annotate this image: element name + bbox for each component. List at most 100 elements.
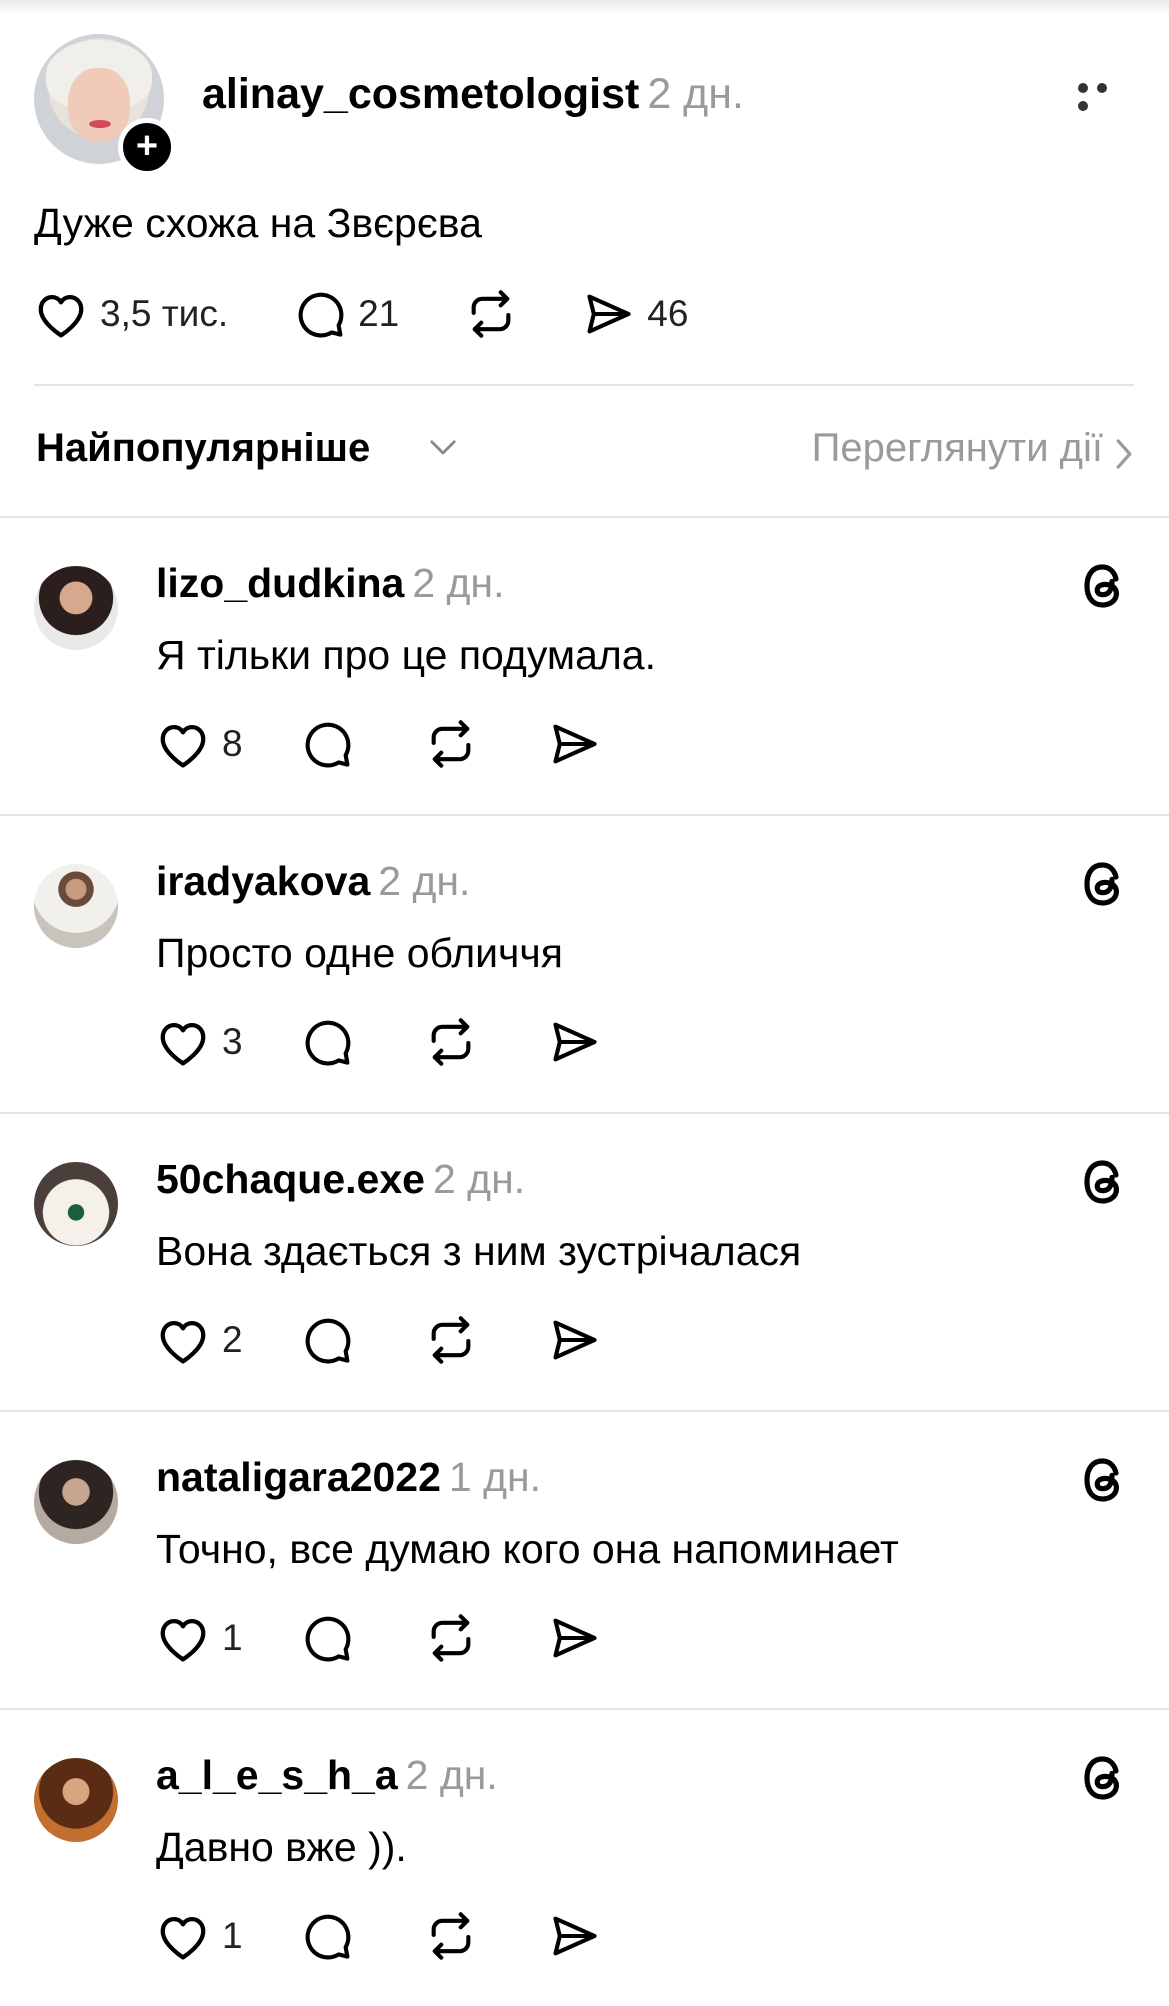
threads-logo-button[interactable] — [1078, 858, 1130, 910]
post-author-name[interactable]: alinay_cosmetologist — [202, 70, 639, 118]
comment-text: Просто одне обличчя — [156, 930, 563, 976]
paper-plane-icon — [553, 724, 597, 764]
comment-repost-button[interactable] — [425, 1314, 477, 1366]
comment-row[interactable]: lizo_dudkina 2 дн. Я тільки про це подума… — [0, 516, 1169, 814]
chevron-right-icon[interactable] — [1114, 438, 1134, 470]
threads-logo-button[interactable] — [1078, 1454, 1130, 1506]
comment-like-button[interactable]: 1 — [156, 1613, 243, 1663]
comment-username[interactable]: a_l_e_s_h_a — [156, 1752, 398, 1798]
comment-author[interactable]: nataligara2022 1 дн. — [156, 1454, 541, 1501]
post-author[interactable]: alinay_cosmetologist 2 дн. — [202, 70, 744, 119]
comment-share-button[interactable] — [549, 718, 601, 770]
comment-row[interactable]: a_l_e_s_h_a 2 дн. Давно вже )). 1 — [0, 1708, 1169, 2006]
comment-like-button[interactable]: 3 — [156, 1017, 243, 1067]
comment-username[interactable]: lizo_dudkina — [156, 560, 404, 606]
post-reply-count: 21 — [358, 293, 400, 334]
post-like-button[interactable]: 3,5 тис. — [34, 289, 228, 339]
commenter-avatar[interactable] — [34, 566, 118, 650]
speech-bubble-icon — [298, 292, 344, 338]
comment-row[interactable]: nataligara2022 1 дн. Точно, все думаю ког… — [0, 1410, 1169, 1708]
comment-like-count: 1 — [222, 1617, 243, 1658]
heart-icon — [160, 1320, 206, 1364]
commenter-avatar[interactable] — [34, 864, 118, 948]
post-time: 2 дн. — [647, 70, 744, 118]
comment-like-button[interactable]: 8 — [156, 719, 243, 769]
comment-time: 2 дн. — [432, 1156, 526, 1202]
comment-time: 2 дн. — [405, 1752, 498, 1798]
paper-plane-icon — [553, 1320, 597, 1360]
threads-logo-icon — [1084, 1756, 1119, 1800]
comment-reply-button[interactable] — [301, 1910, 353, 1962]
paper-plane-icon — [587, 294, 631, 334]
view-activity-link[interactable]: Переглянути дії — [812, 426, 1103, 471]
commenter-avatar[interactable] — [34, 1162, 118, 1246]
post-share-button[interactable]: 46 — [583, 288, 688, 340]
sort-bar: Найпопулярніше Переглянути дії — [0, 420, 1169, 480]
comment-text: Точно, все думаю кого она напоминает — [156, 1526, 899, 1572]
comment-text: Давно вже )). — [156, 1824, 407, 1870]
comment-reply-button[interactable] — [301, 1612, 353, 1664]
repost-arrows-icon — [431, 1614, 470, 1662]
comment-time: 2 дн. — [378, 858, 471, 904]
comment-repost-button[interactable] — [425, 1910, 477, 1962]
comment-share-button[interactable] — [549, 1910, 601, 1962]
comment-username[interactable]: nataligara2022 — [156, 1454, 441, 1500]
comment-author[interactable]: a_l_e_s_h_a 2 дн. — [156, 1752, 498, 1799]
comment-actions: 2 — [156, 1314, 601, 1366]
divider — [34, 384, 1134, 386]
commenter-avatar[interactable] — [34, 1758, 118, 1842]
comment-like-count: 2 — [222, 1319, 243, 1360]
comment-author[interactable]: iradyakova 2 дн. — [156, 858, 470, 905]
commenter-avatar[interactable] — [34, 1460, 118, 1544]
comment-actions: 1 — [156, 1910, 601, 1962]
heart-icon — [160, 1618, 206, 1662]
post-reply-button[interactable]: 21 — [294, 288, 399, 340]
comment-reply-button[interactable] — [301, 1314, 353, 1366]
comment-like-button[interactable]: 1 — [156, 1911, 243, 1961]
comment-row[interactable]: iradyakova 2 дн. Просто одне обличчя 3 — [0, 814, 1169, 1112]
comment-like-count: 1 — [222, 1915, 243, 1956]
heart-icon — [160, 724, 206, 768]
post-like-count: 3,5 тис. — [100, 293, 229, 334]
heart-icon — [160, 1916, 206, 1960]
comment-repost-button[interactable] — [425, 718, 477, 770]
comment-text: Я тільки про це подумала. — [156, 632, 656, 678]
comment-repost-button[interactable] — [425, 1016, 477, 1068]
comment-reply-button[interactable] — [301, 1016, 353, 1068]
threads-logo-icon — [1084, 862, 1119, 906]
comment-actions: 8 — [156, 718, 601, 770]
comment-like-button[interactable]: 2 — [156, 1315, 243, 1365]
chevron-down-icon[interactable] — [428, 436, 458, 460]
repost-arrows-icon — [431, 1912, 470, 1960]
comment-username[interactable]: iradyakova — [156, 858, 370, 904]
comment-share-button[interactable] — [549, 1314, 601, 1366]
comment-reply-button[interactable] — [301, 718, 353, 770]
heart-icon — [38, 294, 84, 338]
threads-logo-button[interactable] — [1078, 560, 1130, 612]
comment-author[interactable]: 50chaque.exe 2 дн. — [156, 1156, 525, 1203]
speech-bubble-icon — [305, 1318, 350, 1364]
speech-bubble-icon — [305, 1914, 350, 1960]
sort-dropdown[interactable]: Найпопулярніше — [36, 426, 370, 471]
comment-repost-button[interactable] — [425, 1612, 477, 1664]
comment-share-button[interactable] — [549, 1016, 601, 1068]
comment-row[interactable]: 50chaque.exe 2 дн. Вона здається з ним зу… — [0, 1112, 1169, 1410]
repost-arrows-icon — [431, 1316, 470, 1364]
comment-username[interactable]: 50chaque.exe — [156, 1156, 425, 1202]
comment-author[interactable]: lizo_dudkina 2 дн. — [156, 560, 504, 607]
repost-arrows-icon — [431, 720, 470, 768]
repost-arrows-icon — [471, 290, 511, 338]
comment-actions: 1 — [156, 1612, 601, 1664]
follow-button[interactable]: + — [118, 118, 176, 176]
threads-logo-button[interactable] — [1078, 1752, 1130, 1804]
comment-share-button[interactable] — [549, 1612, 601, 1664]
paper-plane-icon — [553, 1022, 597, 1062]
more-options-icon[interactable] — [1078, 80, 1134, 111]
post-text: Дуже схожа на Звєрєва — [34, 200, 482, 246]
speech-bubble-icon — [305, 722, 350, 768]
post-repost-button[interactable] — [465, 288, 517, 340]
comment-time: 1 дн. — [448, 1454, 542, 1500]
speech-bubble-icon — [305, 1020, 350, 1066]
comment-text: Вона здається з ним зустрічалася — [156, 1228, 802, 1274]
threads-logo-button[interactable] — [1078, 1156, 1130, 1208]
